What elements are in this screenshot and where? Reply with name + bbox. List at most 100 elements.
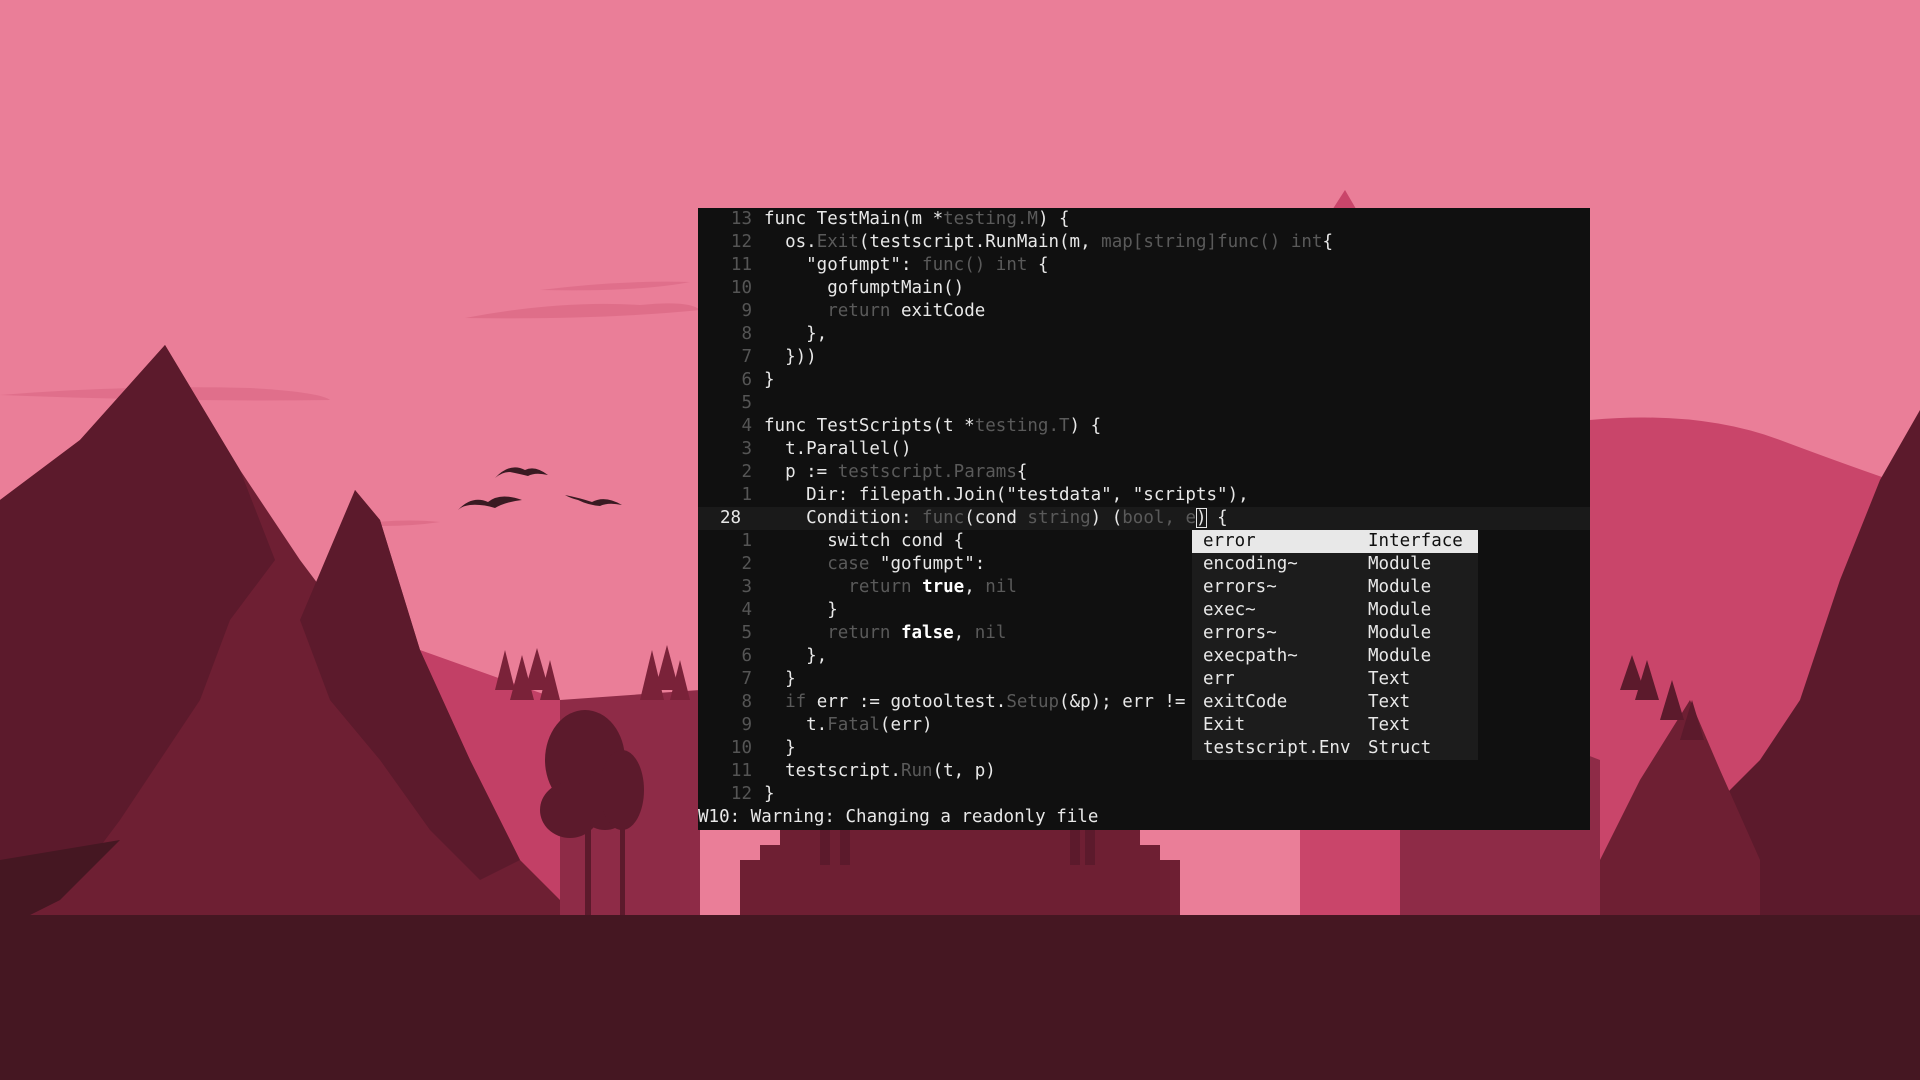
code-text: gofumptMain(): [764, 277, 964, 300]
code-token: },: [764, 324, 828, 344]
completion-item[interactable]: testscript.Env Struct: [1192, 737, 1478, 760]
code-token: Exit: [816, 232, 859, 252]
completion-kind: Module: [1368, 577, 1432, 597]
completion-kind: Text: [1368, 669, 1411, 689]
code-line[interactable]: 5: [698, 392, 1590, 415]
code-text: case "gofumpt":: [764, 553, 985, 576]
completion-item[interactable]: errors~ Module: [1192, 576, 1478, 599]
completion-item[interactable]: exitCode Text: [1192, 691, 1478, 714]
code-line[interactable]: 8 },: [698, 323, 1590, 346]
line-number: 5: [741, 623, 752, 643]
code-line[interactable]: 10 gofumptMain(): [698, 277, 1590, 300]
line-number: 2: [741, 554, 752, 574]
completion-item[interactable]: encoding~ Module: [1192, 553, 1478, 576]
code-token: }: [764, 669, 796, 689]
code-text: }: [764, 599, 838, 622]
completion-word: execpath~: [1203, 646, 1298, 666]
line-number: 4: [741, 600, 752, 620]
line-number: 7: [741, 347, 752, 367]
current-code-line[interactable]: 28 Condition: func(cond string) (bool, e…: [698, 507, 1590, 530]
completion-kind: Text: [1368, 692, 1411, 712]
code-text: os.Exit(testscript.RunMain(m, map[string…: [764, 231, 1333, 254]
code-text: t.Parallel(): [764, 438, 911, 461]
code-token: func TestMain(m *: [764, 209, 944, 229]
code-token: Fatal: [827, 715, 880, 735]
code-token: string: [1027, 508, 1091, 528]
line-number: 8: [741, 324, 752, 344]
code-token: }: [764, 784, 775, 804]
code-line[interactable]: 13 func TestMain(m *testing.M) {: [698, 208, 1590, 231]
code-token: gofumptMain(): [764, 278, 965, 298]
code-text: })): [764, 346, 817, 369]
code-text: "gofumpt": func() int {: [764, 254, 1048, 277]
line-number: 13: [730, 209, 752, 229]
code-token: },: [764, 646, 828, 666]
terminal-window[interactable]: 13 func TestMain(m *testing.M) {12 os.Exi…: [698, 208, 1590, 830]
line-number: 3: [741, 439, 752, 459]
code-token: testing.M: [943, 209, 1038, 229]
code-line[interactable]: 9 return exitCode: [698, 300, 1590, 323]
code-line[interactable]: 12}: [698, 783, 1590, 806]
completion-item[interactable]: execpath~ Module: [1192, 645, 1478, 668]
code-token: func: [922, 508, 965, 528]
completion-word: errors~: [1203, 577, 1277, 597]
completion-word: testscript.Env: [1203, 738, 1351, 758]
code-text: }: [764, 668, 796, 691]
code-token: "gofumpt":: [764, 255, 923, 275]
code-line[interactable]: 12 os.Exit(testscript.RunMain(m, map[str…: [698, 231, 1590, 254]
code-token: Run: [900, 761, 933, 781]
code-line[interactable]: 1 Dir: filepath.Join("testdata", "script…: [698, 484, 1590, 507]
code-line[interactable]: 4 func TestScripts(t *testing.T) {: [698, 415, 1590, 438]
code-token: (err): [879, 715, 933, 735]
code-token: })): [764, 347, 817, 367]
code-token: os.: [764, 232, 817, 252]
code-text: Dir: filepath.Join("testdata", "scripts"…: [764, 484, 1249, 507]
code-token: {: [1206, 508, 1228, 528]
code-text: }: [764, 369, 775, 392]
line-number: 11: [730, 255, 752, 275]
code-line[interactable]: 11 testscript.Run(t, p): [698, 760, 1590, 783]
completion-kind: Module: [1368, 554, 1432, 574]
code-token: (cond: [964, 508, 1028, 528]
code-token: ) (: [1090, 508, 1123, 528]
code-token: testscript.Params: [837, 462, 1017, 482]
code-token: {: [1016, 462, 1028, 482]
line-number: 1: [741, 485, 752, 505]
completion-item[interactable]: errors~ Module: [1192, 622, 1478, 645]
code-token: "gofumpt":: [869, 554, 986, 574]
line-number: 6: [741, 646, 752, 666]
code-line[interactable]: 2 p := testscript.Params{: [698, 461, 1590, 484]
text-cursor: ): [1196, 508, 1207, 528]
line-number: 10: [730, 738, 752, 758]
completion-kind: Module: [1368, 623, 1432, 643]
completion-item[interactable]: exec~ Module: [1192, 599, 1478, 622]
code-line[interactable]: 3 t.Parallel(): [698, 438, 1590, 461]
code-token: }: [764, 600, 838, 620]
code-line[interactable]: 7 })): [698, 346, 1590, 369]
line-number: 28: [720, 508, 742, 528]
code-token: Condition:: [764, 508, 923, 528]
code-line[interactable]: 6}: [698, 369, 1590, 392]
code-token: p :=: [764, 462, 838, 482]
completion-word: exitCode: [1203, 692, 1288, 712]
code-token: case: [827, 554, 870, 574]
code-token: nil: [974, 623, 1007, 643]
code-text: return false, nil: [764, 622, 1006, 645]
line-number: 8: [741, 692, 752, 712]
completion-item[interactable]: Exit Text: [1192, 714, 1478, 737]
completion-popup[interactable]: error Interface encoding~ Module errors~ Modu…: [1192, 530, 1478, 760]
code-line[interactable]: 11 "gofumpt": func() int {: [698, 254, 1590, 277]
code-token: ) {: [1037, 209, 1070, 229]
completion-word: error: [1203, 531, 1256, 551]
line-number: 12: [730, 232, 752, 252]
completion-item[interactable]: err Text: [1192, 668, 1478, 691]
completion-kind: Module: [1368, 600, 1432, 620]
line-number: 12: [730, 784, 752, 804]
code-token: ) {: [1069, 416, 1102, 436]
completion-item-selected[interactable]: error Interface: [1192, 530, 1478, 553]
code-token: }: [764, 738, 796, 758]
code-token: switch cond {: [764, 531, 965, 551]
